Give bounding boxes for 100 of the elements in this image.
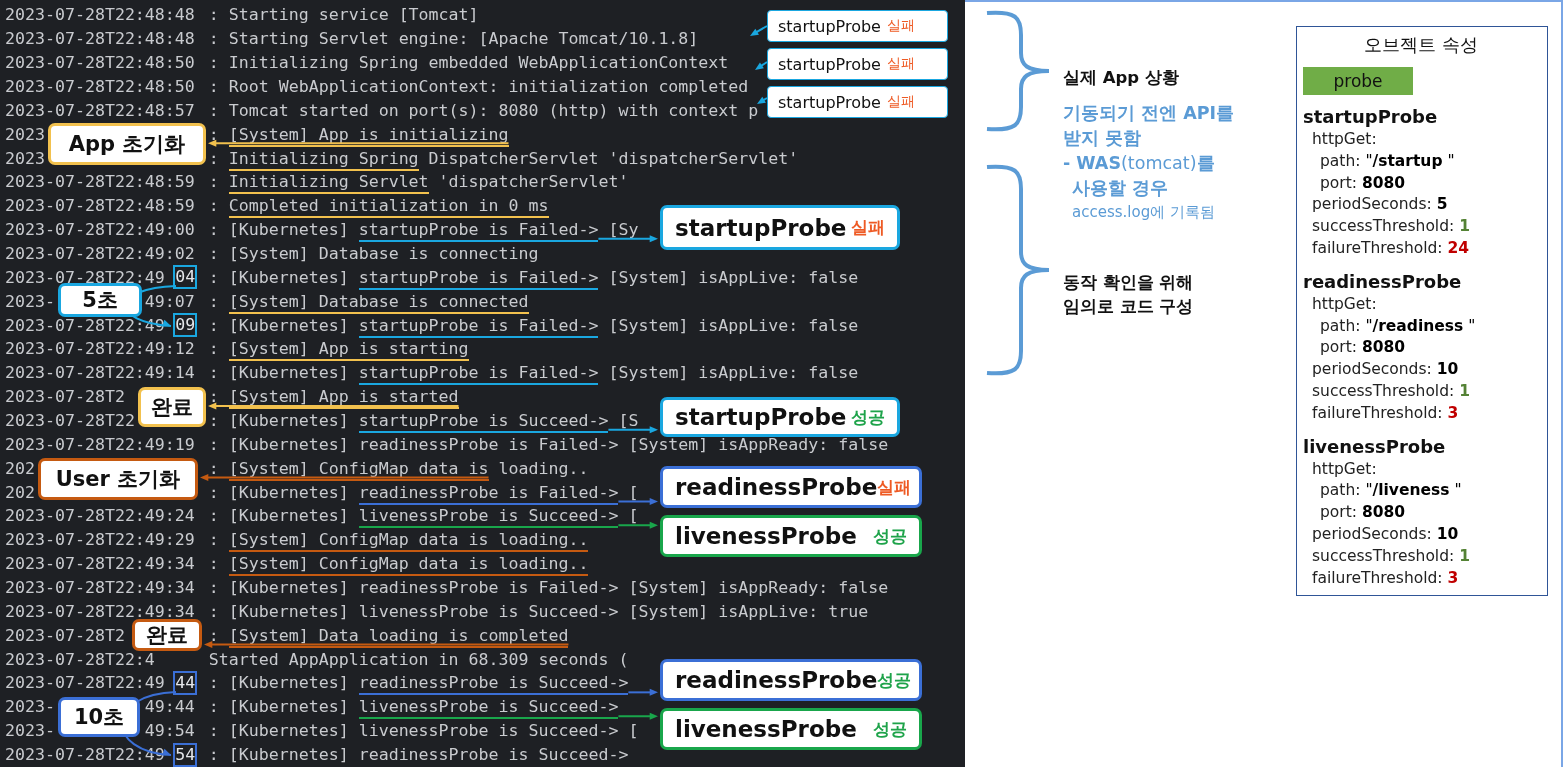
timestamp: 2023-07-28T22:49:34 — [5, 554, 195, 574]
probe-chip: probe — [1303, 67, 1413, 95]
probe-status: 성공 — [873, 524, 907, 548]
probe-name: startupProbe — [675, 404, 847, 430]
timestamp: 49:07 — [144, 291, 195, 311]
timestamp: 202 — [5, 458, 35, 478]
highlighted-seconds: 04 — [173, 265, 198, 290]
log-message: : [System] ConfigMap data is loading.. — [208, 458, 589, 478]
callout: 완료 — [138, 387, 206, 427]
callout: App 초기화 — [48, 123, 206, 165]
property-line: path: "/startup " — [1320, 150, 1456, 172]
timestamp: 2023-07-28T22:49:29 — [5, 530, 195, 550]
note-line: 임의로 코드 구성 — [1063, 296, 1195, 318]
log-message: : [System] ConfigMap data is loading.. — [208, 554, 589, 574]
log-message: : [Kubernetes] startupProbe is Failed-> [System] isAppLive: false — [208, 267, 859, 287]
log-message: : [System] ConfigMap data is loading.. — [208, 530, 589, 550]
timestamp: 2023-07-28T22:4 — [5, 649, 155, 669]
timestamp: 2023-07-28T22 — [5, 411, 135, 431]
probe-status: 실패 — [851, 216, 885, 239]
timestamp: 2023-07-28T22:49 — [5, 745, 165, 765]
probe-name: livenessProbe — [675, 523, 857, 549]
note-line: - WAS(tomcat)를 — [1063, 152, 1216, 175]
timestamp: 49:44 — [144, 697, 195, 717]
callout: 5초 — [58, 283, 142, 317]
probe-name: readinessProbe — [675, 667, 878, 693]
log-message: : [Kubernetes] startupProbe is Failed-> [System] isAppLive: false — [208, 363, 859, 383]
probe-name: startupProbe — [778, 54, 881, 74]
timestamp: 2023-07-28T22:49:34 — [5, 578, 195, 598]
section-name: startupProbe — [1303, 105, 1439, 129]
log-message: : [Kubernetes] readinessProbe is Failed-> [System] isAppReady: false — [208, 434, 889, 454]
timestamp: 2023-07-28T22:49:14 — [5, 363, 195, 383]
log-message: : [Kubernetes] startupProbe is Succeed-> [S — [208, 411, 639, 431]
timestamp: 2023 — [5, 148, 45, 168]
timestamp: 2023- — [5, 291, 55, 311]
probe-status: 실패 — [886, 55, 915, 73]
log-message: : [Kubernetes] readinessProbe is Succeed-> — [208, 673, 629, 693]
log-message: : [Kubernetes] startupProbe is Failed-> [Sy — [208, 220, 639, 240]
probe-status: 실패 — [886, 93, 915, 111]
probe-status: 성공 — [877, 668, 912, 692]
probe-status: 성공 — [851, 405, 885, 429]
property-line: httpGet: — [1312, 129, 1378, 150]
log-message: : Completed initialization in 0 ms — [208, 196, 549, 216]
log-message: : [Kubernetes] livenessProbe is Succeed-> [ — [208, 506, 639, 526]
log-message: : [Kubernetes] readinessProbe is Succeed-> — [208, 745, 629, 765]
highlighted-seconds: 44 — [173, 671, 198, 695]
note-line: 동작 확인을 위해 — [1063, 272, 1195, 294]
callout: 완료 — [132, 619, 202, 651]
log-message: : [Kubernetes] livenessProbe is Succeed-> — [208, 697, 619, 717]
section-name: readinessProbe — [1303, 269, 1463, 294]
log-message: : [Kubernetes] readinessProbe is Failed-> [ — [208, 482, 639, 502]
probe-status: 실패 — [886, 17, 915, 35]
timestamp: 2023-07-28T22:49:24 — [5, 506, 195, 526]
highlighted-seconds: 09 — [173, 313, 198, 338]
log-message: : Initializing Spring embedded WebApplicationContext — [208, 53, 729, 73]
probe-name: startupProbe — [778, 16, 881, 36]
log-message: : [Kubernetes] startupProbe is Failed-> [System] isAppLive: false — [208, 315, 859, 335]
note-line: 받지 못함 — [1063, 127, 1143, 150]
timestamp: 2023-07-28T22:48:59 — [5, 196, 195, 216]
timestamp: 2023-07-28T22:49 — [5, 673, 165, 693]
timestamp: 49:54 — [144, 721, 195, 741]
timestamp: 2023-07-28T22:48:57 — [5, 100, 195, 120]
probe-status: 성공 — [873, 717, 907, 741]
log-message: : Starting Servlet engine: [Apache Tomcat/10.1.8] — [208, 29, 699, 49]
property-line: port: 8080 — [1320, 502, 1407, 524]
log-message: : [System] App is initializing — [208, 124, 509, 144]
callout: User 초기화 — [38, 458, 198, 500]
log-message: : [System] Database is connecting — [208, 244, 539, 263]
log-message: : Initializing Spring DispatcherServlet 'dispatcherServlet' — [208, 148, 799, 168]
log-message: : [System] Database is connected — [208, 291, 529, 311]
probe-name: livenessProbe — [675, 716, 857, 742]
timestamp: 2023-07-28T22:48:48 — [5, 29, 195, 49]
timestamp: 202 — [5, 482, 35, 502]
property-line: successThreshold: 1 — [1312, 216, 1471, 238]
probe-name: startupProbe — [778, 92, 881, 112]
callout: 10초 — [58, 697, 140, 737]
timestamp: 2023-07-28T22:49:02 — [5, 244, 195, 263]
probe-name: startupProbe — [675, 214, 847, 241]
log-message: : Tomcat started on port(s): 8080 (http) with context p — [208, 100, 759, 120]
property-line: periodSeconds: 10 — [1312, 359, 1460, 381]
property-line: periodSeconds: 5 — [1312, 194, 1449, 216]
timestamp: 2023-07-28T22:48:50 — [5, 77, 195, 96]
probe-name: readinessProbe — [675, 474, 878, 500]
property-line: successThreshold: 1 — [1312, 545, 1471, 567]
log-message: : [System] App is starting — [208, 339, 469, 359]
card-title: 오브젝트 속성 — [1363, 34, 1479, 57]
highlighted-seconds: 54 — [173, 742, 198, 767]
timestamp: 2023 — [5, 124, 45, 144]
probe-status: 실패 — [877, 475, 912, 499]
timestamp: 2023-07-28T22:49:19 — [5, 434, 195, 454]
timestamp: 2023-07-28T2 — [5, 625, 125, 645]
timestamp: 2023-07-28T22:48:48 — [5, 5, 195, 25]
timestamp: 2023-07-28T22:48:50 — [5, 53, 195, 73]
timestamp: 2023- — [5, 721, 55, 741]
note-line: 사용할 경우 — [1071, 177, 1170, 200]
timestamp: 2023-07-28T22:49:12 — [5, 339, 195, 359]
property-line: httpGet: — [1312, 293, 1378, 315]
timestamp: 2023-07-28T22:48:59 — [5, 172, 195, 192]
property-line: httpGet: — [1312, 458, 1378, 480]
log-message: Started AppApplication in 68.309 seconds ( — [208, 649, 629, 669]
property-line: path: "/readiness " — [1320, 315, 1477, 337]
